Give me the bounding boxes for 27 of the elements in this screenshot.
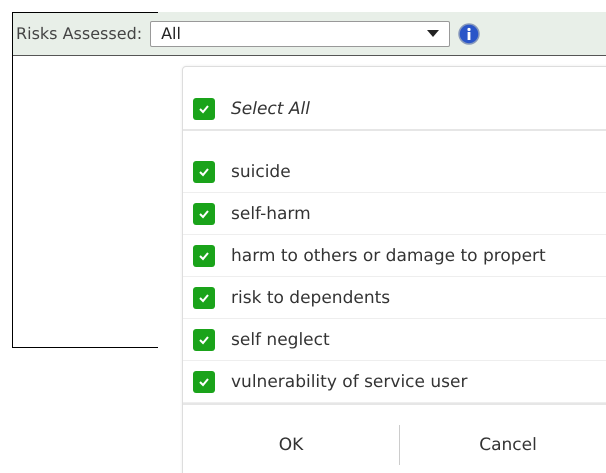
option-label: harm to others or damage to propert xyxy=(231,246,546,266)
cancel-button[interactable]: Cancel xyxy=(400,425,606,465)
option-label: self-harm xyxy=(231,204,311,224)
checkmark-icon xyxy=(198,334,210,344)
checkbox[interactable] xyxy=(193,328,215,350)
checkbox[interactable] xyxy=(193,370,215,392)
risks-dropdown[interactable]: All xyxy=(150,20,450,46)
checkmark-icon xyxy=(198,208,210,218)
checkmark-icon xyxy=(198,166,210,176)
option-label: suicide xyxy=(231,162,291,182)
checkbox[interactable] xyxy=(193,244,215,266)
option-label: self neglect xyxy=(231,330,330,350)
checkbox[interactable] xyxy=(193,98,215,120)
select-all-label: Select All xyxy=(231,98,310,118)
checkmark-icon xyxy=(198,250,210,260)
option-label: vulnerability of service user xyxy=(231,372,468,392)
checkbox[interactable] xyxy=(193,160,215,182)
checkmark-icon xyxy=(198,292,210,302)
checkbox[interactable] xyxy=(193,286,215,308)
option-label: risk to dependents xyxy=(231,288,390,308)
info-icon[interactable] xyxy=(458,22,480,44)
checkmark-icon xyxy=(198,376,210,386)
checkbox[interactable] xyxy=(193,202,215,224)
filter-label: Risks Assessed: xyxy=(16,24,142,43)
checkmark-icon xyxy=(198,104,210,114)
ok-button[interactable]: OK xyxy=(183,425,399,465)
caret-icon xyxy=(427,30,440,37)
